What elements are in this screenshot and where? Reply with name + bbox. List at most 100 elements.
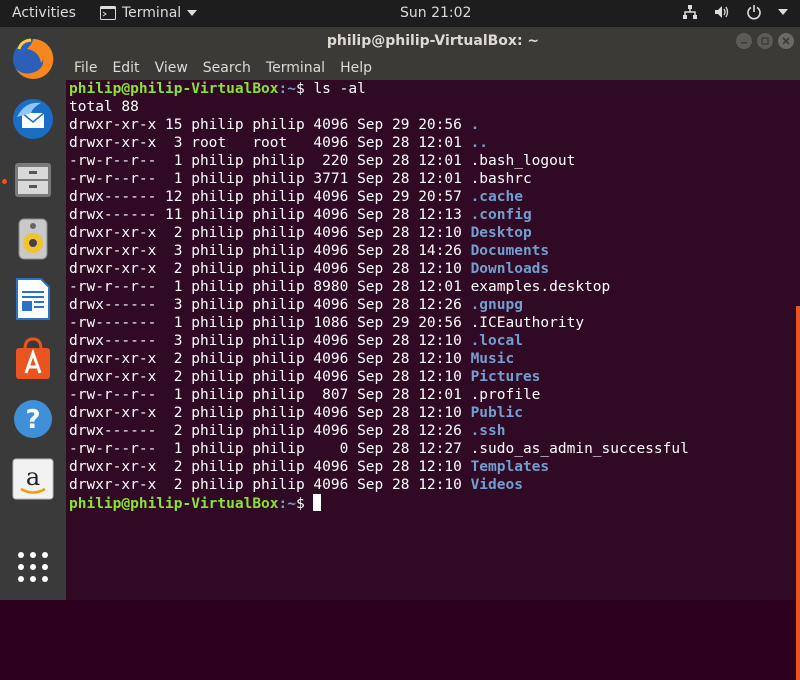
volume-icon [714,4,730,20]
entry-meta: drwxr-xr-x 2 philip philip 4096 Sep 28 1… [69,225,471,241]
thunderbird-icon[interactable] [9,95,57,143]
help-icon[interactable]: ? [9,395,57,443]
menu-edit[interactable]: Edit [112,60,139,76]
listing-row: drwxr-xr-x 2 philip philip 4096 Sep 28 1… [69,368,800,386]
close-button[interactable] [778,33,794,49]
directory-name: .ssh [470,423,506,439]
listing-row: drwxr-xr-x 3 root root 4096 Sep 28 12:01… [69,134,800,152]
entry-meta: -rw------- 1 philip philip 1086 Sep 29 2… [69,315,471,331]
listing-row: -rw-r--r-- 1 philip philip 3771 Sep 28 1… [69,170,800,188]
directory-name: Videos [470,477,523,493]
software-center-icon[interactable] [9,335,57,383]
entry-meta: drwx------ 3 philip philip 4096 Sep 28 1… [69,333,471,349]
file-name: .bashrc [470,171,532,187]
directory-name: Downloads [470,261,550,277]
directory-name: Desktop [470,225,532,241]
maximize-icon [761,37,769,45]
scrollbar[interactable] [796,306,800,680]
entry-meta: -rw-r--r-- 1 philip philip 3771 Sep 28 1… [69,171,471,187]
minimize-icon [741,42,747,44]
directory-name: .cache [470,189,523,205]
writer-icon[interactable] [9,275,57,323]
maximize-button[interactable] [757,33,773,49]
active-indicator [2,179,7,184]
listing-row: drwx------ 3 philip philip 4096 Sep 28 1… [69,296,800,314]
directory-name: .config [470,207,532,223]
entry-meta: drwxr-xr-x 2 philip philip 4096 Sep 28 1… [69,261,471,277]
listing-row: drwx------ 11 philip philip 4096 Sep 28 … [69,206,800,224]
power-icon [746,4,762,20]
menu-view[interactable]: View [155,60,188,76]
prompt-path: :~ [278,81,296,97]
menu-help[interactable]: Help [340,60,372,76]
entry-meta: drwx------ 2 philip philip 4096 Sep 28 1… [69,423,471,439]
listing-row: -rw-r--r-- 1 philip philip 8980 Sep 28 1… [69,278,800,296]
entry-meta: drwxr-xr-x 2 philip philip 4096 Sep 28 1… [69,369,471,385]
command-line: philip@philip-VirtualBox:~$ ls -al [69,80,800,98]
listing: drwxr-xr-x 15 philip philip 4096 Sep 29 … [69,116,800,494]
clock[interactable]: Sun 21:02 [400,5,471,21]
command-text: ls -al [313,81,366,97]
entry-meta: -rw-r--r-- 1 philip philip 220 Sep 28 12… [69,153,471,169]
files-icon[interactable] [9,155,57,203]
text-cursor [313,494,322,511]
firefox-icon[interactable] [9,35,57,83]
entry-meta: drwxr-xr-x 3 philip philip 4096 Sep 28 1… [69,243,471,259]
entry-meta: drwxr-xr-x 15 philip philip 4096 Sep 29 … [69,117,471,133]
listing-row: drwx------ 3 philip philip 4096 Sep 28 1… [69,332,800,350]
entry-meta: drwxr-xr-x 3 root root 4096 Sep 28 12:01 [69,135,471,151]
entry-meta: drwx------ 11 philip philip 4096 Sep 28 … [69,207,471,223]
entry-meta: drwxr-xr-x 2 philip philip 4096 Sep 28 1… [69,477,471,493]
prompt-user: philip@philip-VirtualBox [69,496,279,512]
listing-row: drwxr-xr-x 3 philip philip 4096 Sep 28 1… [69,242,800,260]
directory-name: .gnupg [470,297,523,313]
prompt-user: philip@philip-VirtualBox [69,81,279,97]
listing-row: drwxr-xr-x 2 philip philip 4096 Sep 28 1… [69,224,800,242]
listing-row: drwxr-xr-x 15 philip philip 4096 Sep 29 … [69,116,800,134]
top-bar: Activities Terminal Sun 21:02 [0,0,800,27]
listing-row: -rw-r--r-- 1 philip philip 0 Sep 28 12:2… [69,440,800,458]
entry-meta: drwxr-xr-x 2 philip philip 4096 Sep 28 1… [69,351,471,367]
prompt-symbol: $ [295,81,314,97]
chevron-down-icon [187,10,198,16]
window-titlebar[interactable]: philip@philip-VirtualBox: ~ [66,27,800,55]
file-name: .sudo_as_admin_successful [470,441,689,457]
rhythmbox-icon[interactable] [9,215,57,263]
listing-row: -rw-r--r-- 1 philip philip 807 Sep 28 12… [69,386,800,404]
menu-terminal[interactable]: Terminal [266,60,325,76]
entry-meta: drwx------ 12 philip philip 4096 Sep 29 … [69,189,471,205]
show-apps-icon[interactable] [9,543,57,591]
network-icon [682,4,698,20]
directory-name: Public [470,405,523,421]
prompt-path: :~ [278,496,296,512]
listing-row: drwxr-xr-x 2 philip philip 4096 Sep 28 1… [69,404,800,422]
app-menu[interactable]: Terminal [100,5,198,21]
current-prompt[interactable]: philip@philip-VirtualBox:~$ [69,494,800,512]
close-icon [782,37,790,45]
listing-row: drwx------ 2 philip philip 4096 Sep 28 1… [69,422,800,440]
listing-row: drwxr-xr-x 2 philip philip 4096 Sep 28 1… [69,260,800,278]
file-name: .ICEauthority [470,315,585,331]
terminal-output[interactable]: philip@philip-VirtualBox:~$ ls -al total… [66,80,800,680]
svg-text:?: ? [25,405,40,435]
entry-meta: drwxr-xr-x 2 philip philip 4096 Sep 28 1… [69,405,471,421]
system-menu[interactable] [682,4,788,20]
directory-name: Templates [470,459,550,475]
entry-meta: drwx------ 3 philip philip 4096 Sep 28 1… [69,297,471,313]
entry-meta: drwxr-xr-x 2 philip philip 4096 Sep 28 1… [69,459,471,475]
menu-file[interactable]: File [74,60,97,76]
window-title: philip@philip-VirtualBox: ~ [326,33,540,49]
entry-meta: -rw-r--r-- 1 philip philip 0 Sep 28 12:2… [69,441,471,457]
listing-row: drwxr-xr-x 2 philip philip 4096 Sep 28 1… [69,350,800,368]
svg-text:a: a [26,463,40,491]
directory-name: .local [470,333,523,349]
amazon-icon[interactable]: a [9,455,57,503]
menu-search[interactable]: Search [203,60,251,76]
minimize-button[interactable] [736,33,752,49]
entry-meta: -rw-r--r-- 1 philip philip 807 Sep 28 12… [69,387,471,403]
total-line: total 88 [69,99,139,115]
directory-name: Music [470,351,515,367]
activities-button[interactable]: Activities [12,5,76,21]
chevron-down-icon [778,9,788,15]
directory-name: .. [470,135,489,151]
